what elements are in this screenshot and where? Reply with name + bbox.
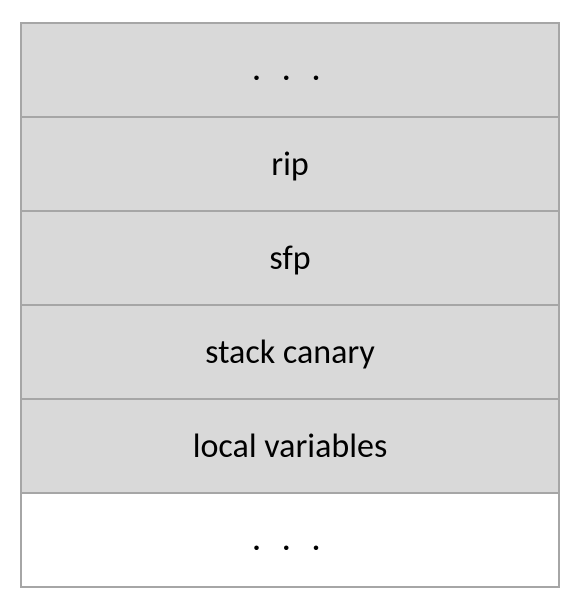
- ellipsis-bottom: . . .: [252, 522, 327, 559]
- ellipsis-top: . . .: [252, 52, 327, 89]
- stack-row-above: . . .: [20, 22, 560, 118]
- stack-row-below: . . .: [20, 492, 560, 588]
- stack-label: sfp: [269, 238, 310, 279]
- stack-row-sfp: sfp: [20, 210, 560, 306]
- stack-layout-diagram: . . . rip sfp stack canary local variabl…: [20, 22, 560, 586]
- stack-row-locals: local variables: [20, 398, 560, 494]
- stack-row-canary: stack canary: [20, 304, 560, 400]
- stack-label: rip: [271, 144, 309, 185]
- stack-label: stack canary: [205, 332, 375, 373]
- stack-row-rip: rip: [20, 116, 560, 212]
- stack-label: local variables: [193, 426, 388, 467]
